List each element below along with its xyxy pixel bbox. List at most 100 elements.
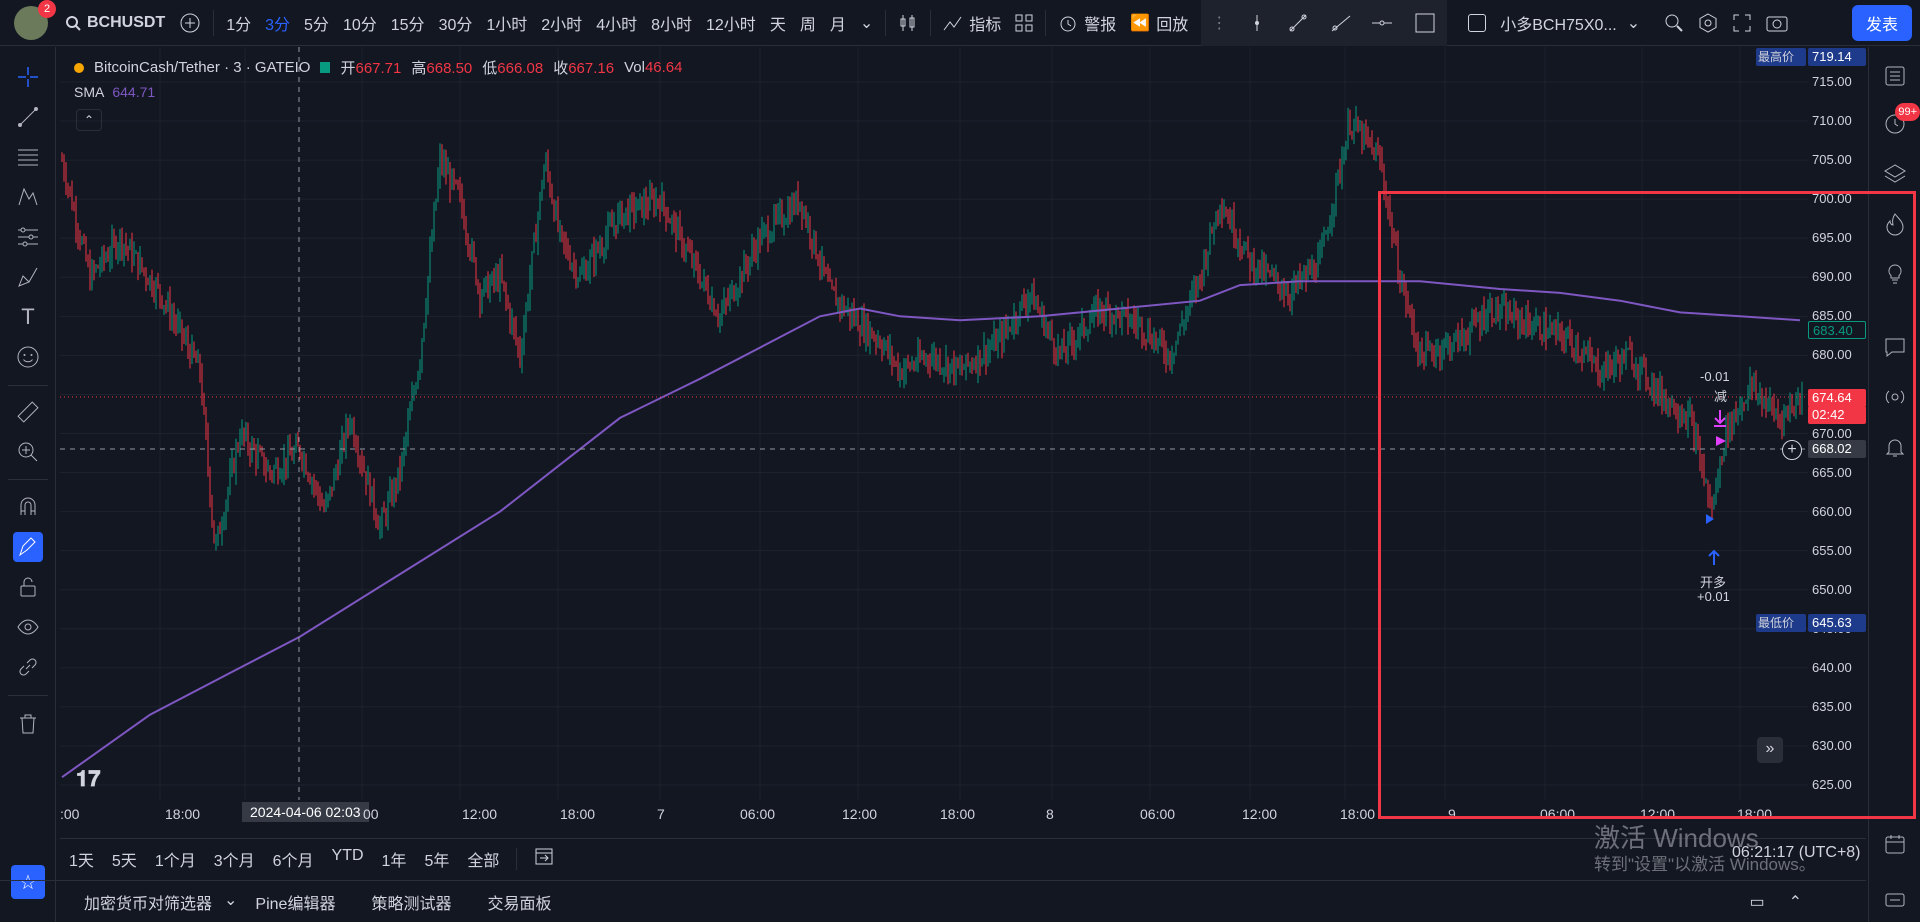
interval-4[interactable]: 15分 <box>384 0 432 46</box>
object-tree-button[interactable] <box>1880 159 1910 189</box>
panel-tab-2[interactable]: 策略测试器 <box>353 890 469 914</box>
chevron-down-icon: ⌄ <box>859 14 874 32</box>
windows-activation-subtitle: 转到"设置"以激活 Windows。 <box>1594 855 1816 874</box>
fib-tool[interactable] <box>13 142 43 172</box>
drag-handle-icon[interactable]: ⋮ <box>1211 13 1227 33</box>
add-symbol-button[interactable] <box>172 0 208 46</box>
interval-9[interactable]: 8小时 <box>644 0 699 46</box>
crosshair-tool[interactable] <box>13 62 43 92</box>
time-label: 00 <box>363 806 379 822</box>
interval-dropdown[interactable]: ⌄ <box>853 0 880 46</box>
interval-2[interactable]: 5分 <box>297 0 336 46</box>
sma-label: SMA <box>74 84 105 100</box>
ray-icon[interactable] <box>1329 12 1351 34</box>
tradingview-logo: 𝟏𝟕 <box>76 766 101 791</box>
visibility-tool[interactable] <box>13 612 43 642</box>
range-7[interactable]: 5年 <box>415 847 458 871</box>
replay-button[interactable]: ⏪ 回放 <box>1123 0 1195 46</box>
time-label: 8 <box>1046 806 1054 822</box>
trend-line-tool[interactable] <box>13 102 43 132</box>
lock-tool[interactable] <box>13 572 43 602</box>
bottom-panel-tabs: 加密货币对筛选器 ⌄ Pine编辑器 策略测试器 交易面板 ▭ ⌃ <box>0 880 1866 922</box>
panel-tab-3[interactable]: 交易面板 <box>469 890 569 914</box>
panel-tab-0[interactable]: 加密货币对筛选器 <box>66 890 230 914</box>
alerts-button[interactable]: 99+ <box>1880 103 1920 139</box>
range-3[interactable]: 3个月 <box>205 847 264 871</box>
minimize-panel-icon[interactable]: ▭ <box>1749 892 1764 912</box>
layout-button[interactable]: 小多BCH75X0... ⌄ <box>1461 0 1647 46</box>
alert-button[interactable]: 警报 <box>1051 0 1123 46</box>
interval-12[interactable]: 周 <box>793 0 823 46</box>
interval-11[interactable]: 天 <box>763 0 793 46</box>
user-avatar[interactable]: 2 <box>14 0 56 40</box>
trash-icon <box>20 714 36 734</box>
expand-panel-icon[interactable]: ⌃ <box>1789 892 1802 912</box>
goto-date-button[interactable] <box>525 846 563 871</box>
close-value: 667.16 <box>568 60 615 77</box>
magnet-tool[interactable] <box>13 492 43 522</box>
text-icon: T <box>21 304 35 329</box>
range-1[interactable]: 5天 <box>103 847 146 871</box>
symbol-label: BCHUSDT <box>87 13 166 31</box>
watchlist-button[interactable] <box>1880 61 1910 91</box>
templates-button[interactable] <box>1008 0 1040 46</box>
vol-value: 46.64 <box>644 59 683 76</box>
interval-7[interactable]: 2小时 <box>534 0 589 46</box>
quick-search-button[interactable] <box>1657 0 1691 46</box>
bch-logo-icon <box>74 62 84 73</box>
publish-button[interactable]: 发表 <box>1851 4 1912 41</box>
zoom-tool[interactable] <box>13 437 43 467</box>
notification-badge: 2 <box>38 0 56 18</box>
range-6[interactable]: 1年 <box>373 847 416 871</box>
stay-in-drawing-mode[interactable] <box>13 532 43 562</box>
symbol-search[interactable]: BCHUSDT <box>58 0 172 46</box>
vol-label: Vol <box>624 59 645 76</box>
plus-circle-icon <box>180 13 200 32</box>
range-0[interactable]: 1天 <box>60 847 103 871</box>
rectangle-icon[interactable] <box>1413 11 1437 35</box>
time-label: 18:00 <box>560 806 596 822</box>
range-4[interactable]: 6个月 <box>264 847 323 871</box>
range-5[interactable]: YTD <box>323 847 373 871</box>
high-label: 高 <box>411 60 427 77</box>
interval-1[interactable]: 3分 <box>258 0 297 46</box>
chevron-down-icon[interactable]: ⌄ <box>224 890 237 914</box>
horizontal-line-icon[interactable] <box>1371 12 1393 34</box>
vertical-line-icon[interactable] <box>1247 13 1267 33</box>
settings-button[interactable] <box>1691 0 1725 46</box>
interval-5[interactable]: 30分 <box>432 0 480 46</box>
interval-10[interactable]: 12小时 <box>699 0 763 46</box>
open-label: 开 <box>340 60 356 77</box>
trend-line-icon[interactable] <box>1287 12 1309 34</box>
zoom-in-icon <box>18 442 38 462</box>
interval-13[interactable]: 月 <box>823 0 853 46</box>
link-tool[interactable] <box>13 652 43 682</box>
calendar-button[interactable] <box>1880 829 1910 859</box>
price-label: 710.00 <box>1812 113 1852 129</box>
candles-icon <box>900 14 915 31</box>
help-button[interactable] <box>1880 885 1910 915</box>
interval-6[interactable]: 1小时 <box>479 0 534 46</box>
low-label: 低 <box>482 60 498 77</box>
interval-0[interactable]: 1分 <box>219 0 258 46</box>
brush-tool[interactable] <box>13 262 43 292</box>
indicators-button[interactable]: 指标 <box>936 0 1008 46</box>
prediction-tool[interactable] <box>13 222 43 252</box>
pattern-tool[interactable] <box>13 182 43 212</box>
snapshot-button[interactable] <box>1759 0 1795 46</box>
emoji-tool[interactable] <box>13 342 43 372</box>
symbol-title[interactable]: BitcoinCash/Tether · 3 · GATEIO <box>94 59 310 76</box>
text-tool[interactable]: T <box>13 302 43 332</box>
range-8[interactable]: 全部 <box>458 847 508 871</box>
sma-legend[interactable]: SMA 644.71 <box>74 84 155 100</box>
time-label: 18:00 <box>165 806 201 822</box>
ruler-tool[interactable] <box>13 397 43 427</box>
fullscreen-button[interactable] <box>1725 0 1759 46</box>
chart-type-button[interactable] <box>891 0 925 46</box>
range-2[interactable]: 1个月 <box>146 847 205 871</box>
collapse-legend-button[interactable]: ⌃ <box>76 109 102 131</box>
interval-3[interactable]: 10分 <box>336 0 384 46</box>
remove-drawings-tool[interactable] <box>13 709 43 739</box>
interval-8[interactable]: 4小时 <box>589 0 644 46</box>
panel-tab-1[interactable]: Pine编辑器 <box>237 890 353 914</box>
